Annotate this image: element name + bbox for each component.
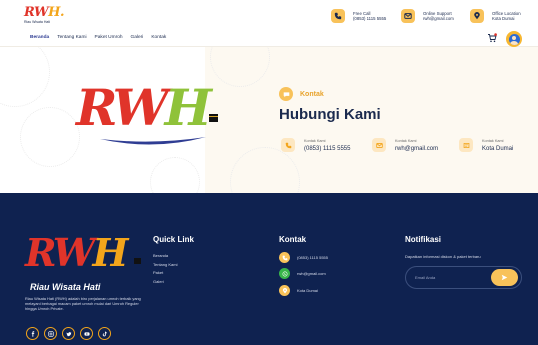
header-office-location[interactable]: Office Location Kota Dumai	[470, 7, 521, 25]
kaaba-icon	[134, 258, 141, 264]
hero-section-tag: Kontak	[279, 87, 324, 101]
footer-link-paket[interactable]: Paket	[153, 270, 177, 279]
location-icon	[459, 138, 473, 152]
send-icon	[501, 274, 508, 281]
kontak-heading: Kontak	[279, 235, 307, 244]
cart-icon[interactable]	[487, 33, 497, 43]
nav-tentang-kami[interactable]: Tentang Kami	[57, 35, 86, 40]
mail-icon	[401, 9, 415, 23]
phone-icon	[281, 138, 295, 152]
social-links	[26, 327, 111, 340]
nav-paket-umroh[interactable]: Paket Umroh	[95, 35, 123, 40]
page-title: Hubungi Kami	[279, 106, 381, 123]
logo-swoosh	[100, 137, 206, 145]
phone-icon	[331, 9, 345, 23]
footer-brand-logo: RWH	[25, 230, 128, 275]
tiktok-icon[interactable]	[98, 327, 111, 340]
nav-kontak[interactable]: Kontak	[151, 35, 166, 40]
newsletter-submit-button[interactable]	[491, 269, 518, 286]
footer-brand-name: Riau Wisata Hati	[30, 282, 101, 292]
footer-link-beranda[interactable]: Beranda	[153, 253, 177, 262]
footer-description: Riau Wisata Hati (RWH) adalah biro perja…	[25, 296, 141, 311]
hero-info-phone[interactable]: Kontak Kami (0853) 1115 5555	[281, 138, 350, 152]
header-free-call[interactable]: Free Call (0853) 1115 5555	[331, 7, 386, 25]
footer-contact-location[interactable]: Kota Dumai	[279, 285, 318, 296]
instagram-icon[interactable]	[44, 327, 57, 340]
footer-contact-email[interactable]: rwh@gmail.com	[279, 268, 326, 279]
nav-galeri[interactable]: Galeri	[131, 35, 144, 40]
notifikasi-heading: Notifikasi	[405, 235, 442, 244]
footer-contact-phone[interactable]: (0853) 1115 5555	[279, 252, 328, 263]
footer-link-tentang-kami[interactable]: Tentang Kami	[153, 262, 177, 271]
top-header: RWH. Riau Wisata Hati Free Call (0853) 1…	[0, 0, 538, 30]
facebook-icon[interactable]	[26, 327, 39, 340]
hero-brand-logo: RWH	[76, 83, 226, 145]
kaaba-icon	[209, 114, 218, 122]
hero-info-location[interactable]: Kontak Kami Kota Dumai	[459, 138, 513, 152]
brand-tagline: Riau Wisata Hati	[24, 20, 51, 24]
twitter-icon[interactable]	[62, 327, 75, 340]
header-online-support[interactable]: Online Support rwh@gmail.com	[401, 7, 454, 25]
nav-beranda[interactable]: Beranda	[30, 35, 49, 40]
hero-info-email[interactable]: Kontak Kami rwh@gmail.com	[372, 138, 438, 152]
user-avatar[interactable]	[506, 31, 522, 47]
location-icon	[470, 9, 484, 23]
mail-icon	[372, 138, 386, 152]
main-nav: Beranda Tentang Kami Paket Umroh Galeri …	[0, 30, 538, 47]
footer-link-galeri[interactable]: Galeri	[153, 279, 177, 288]
brand-logo[interactable]: RWH. Riau Wisata Hati	[24, 6, 64, 28]
notifikasi-description: Dapatkan informasi diskon & paket terbar…	[405, 254, 481, 259]
quick-link-list: Beranda Tentang Kami Paket Galeri	[153, 253, 177, 287]
chat-icon	[279, 87, 293, 101]
youtube-icon[interactable]	[80, 327, 93, 340]
whatsapp-icon	[279, 268, 290, 279]
phone-icon	[279, 252, 290, 263]
location-icon	[279, 285, 290, 296]
quick-link-heading: Quick Link	[153, 235, 194, 244]
